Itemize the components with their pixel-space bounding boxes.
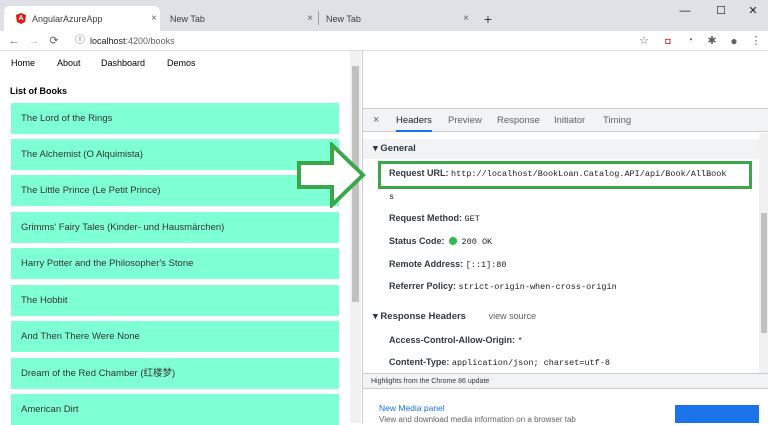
- extension-shield-icon[interactable]: ◘: [660, 31, 676, 51]
- back-icon[interactable]: ←: [6, 31, 22, 51]
- close-icon[interactable]: ×: [460, 13, 472, 24]
- remote-address-value: [::1]:80: [465, 260, 507, 270]
- extension-clock-icon[interactable]: ◔: [682, 31, 698, 51]
- request-url-wrap-text: s: [389, 192, 395, 202]
- page-content: Home About Dashboard Demos List of Books…: [0, 51, 350, 425]
- nav-demos[interactable]: Demos: [167, 58, 196, 68]
- devtools-tabs: × Headers Preview Response Initiator Tim…: [363, 109, 768, 132]
- book-item[interactable]: American Dirt: [11, 394, 339, 425]
- tab-divider: [318, 11, 319, 25]
- nav-dashboard[interactable]: Dashboard: [101, 58, 145, 68]
- referrer-policy-label: Referrer Policy:: [389, 281, 457, 291]
- tab-timing[interactable]: Timing: [603, 109, 631, 132]
- nav-home[interactable]: Home: [11, 58, 35, 68]
- devtools-scrollbar-thumb[interactable]: [761, 213, 767, 333]
- tab-new-tab-2[interactable]: New Tab ×: [320, 6, 472, 31]
- address-bar[interactable]: localhost:4200/books: [90, 31, 175, 51]
- drawer-title: Highlights from the Chrome 86 update: [363, 373, 768, 389]
- title-bar: A AngularAzureApp × New Tab × New Tab × …: [0, 0, 768, 31]
- url-path: :4200/books: [125, 36, 175, 46]
- devtools-close-icon[interactable]: ×: [373, 109, 379, 132]
- list-title: List of Books: [10, 86, 68, 96]
- reload-icon[interactable]: ⟳: [46, 31, 62, 51]
- general-title: General: [380, 143, 416, 154]
- view-source-link[interactable]: view source: [489, 311, 537, 321]
- nav-about[interactable]: About: [57, 58, 81, 68]
- response-headers-section-header[interactable]: ▾ Response Headers view source: [363, 306, 759, 326]
- book-item[interactable]: Grimms' Fairy Tales (Kinder- und Hausmär…: [11, 212, 339, 243]
- book-item[interactable]: The Alchemist (O Alquimista): [11, 139, 339, 170]
- close-window-button[interactable]: ✕: [736, 2, 768, 20]
- angular-icon: A: [16, 13, 26, 24]
- status-code-row: Status Code: 200 OK: [389, 236, 492, 247]
- general-section-header[interactable]: ▾ General: [363, 139, 759, 159]
- content-type-value: application/json; charset=utf-8: [451, 358, 610, 368]
- request-url-highlight-box: [378, 161, 752, 189]
- tab-headers[interactable]: Headers: [396, 109, 432, 132]
- green-arrow-icon: [297, 142, 366, 208]
- book-item[interactable]: The Hobbit: [11, 285, 339, 316]
- tab-new-tab-1[interactable]: New Tab ×: [164, 6, 316, 31]
- response-headers-title: Response Headers: [380, 311, 466, 322]
- acao-label: Access-Control-Allow-Origin:: [389, 335, 516, 345]
- remote-address-row: Remote Address: [::1]:80: [389, 259, 507, 270]
- tab-initiator[interactable]: Initiator: [554, 109, 585, 132]
- content-type-row: Content-Type: application/json; charset=…: [389, 357, 610, 368]
- menu-kebab-icon[interactable]: ⋮: [748, 31, 764, 51]
- content-type-label: Content-Type:: [389, 357, 450, 367]
- url-host: localhost: [90, 36, 126, 46]
- tab-title: New Tab: [326, 13, 361, 24]
- devtools-request-list: [363, 51, 768, 109]
- request-method-value: GET: [464, 214, 480, 224]
- devtools-panel: × Headers Preview Response Initiator Tim…: [362, 51, 768, 424]
- book-item[interactable]: The Little Prince (Le Petit Prince): [11, 175, 339, 206]
- minimize-button[interactable]: —: [668, 2, 702, 20]
- remote-address-label: Remote Address:: [389, 259, 464, 269]
- request-url-wrap: s: [389, 191, 394, 202]
- referrer-policy-row: Referrer Policy: strict-origin-when-cros…: [389, 281, 617, 292]
- status-code-label: Status Code:: [389, 236, 445, 246]
- book-item[interactable]: And Then There Were None: [11, 321, 339, 352]
- forward-icon[interactable]: →: [26, 31, 42, 51]
- star-icon[interactable]: ☆: [636, 31, 652, 51]
- browser-toolbar: ← → ⟳ ⓘ localhost:4200/books ☆ ◘ ◔ ✱ ● ⋮: [0, 31, 768, 51]
- referrer-policy-value: strict-origin-when-cross-origin: [458, 282, 617, 292]
- book-item[interactable]: Harry Potter and the Philosopher's Stone: [11, 248, 339, 279]
- request-method-row: Request Method: GET: [389, 213, 480, 224]
- tab-response[interactable]: Response: [497, 109, 540, 132]
- close-icon[interactable]: ×: [304, 13, 316, 24]
- tab-preview[interactable]: Preview: [448, 109, 482, 132]
- tab-title: New Tab: [170, 13, 205, 24]
- tab-title: AngularAzureApp: [32, 13, 103, 24]
- new-tab-button[interactable]: +: [478, 6, 498, 31]
- request-method-label: Request Method:: [389, 213, 462, 223]
- acao-row: Access-Control-Allow-Origin: *: [389, 335, 523, 346]
- book-item[interactable]: The Lord of the Rings: [11, 103, 339, 134]
- acao-value: *: [517, 336, 523, 346]
- info-icon[interactable]: ⓘ: [72, 31, 88, 51]
- extensions-puzzle-icon[interactable]: ✱: [704, 31, 720, 51]
- new-media-panel-link[interactable]: New Media panel: [379, 403, 445, 413]
- maximize-button[interactable]: ☐: [704, 2, 738, 20]
- book-item[interactable]: Dream of the Red Chamber (红楼梦): [11, 358, 339, 389]
- drawer-preview-image: [675, 405, 759, 423]
- status-ok-icon: [449, 237, 458, 245]
- status-code-value: 200 OK: [461, 237, 493, 247]
- profile-icon[interactable]: ●: [726, 31, 742, 51]
- tab-angularazureapp[interactable]: A AngularAzureApp ×: [4, 6, 160, 31]
- close-icon[interactable]: ×: [148, 13, 160, 24]
